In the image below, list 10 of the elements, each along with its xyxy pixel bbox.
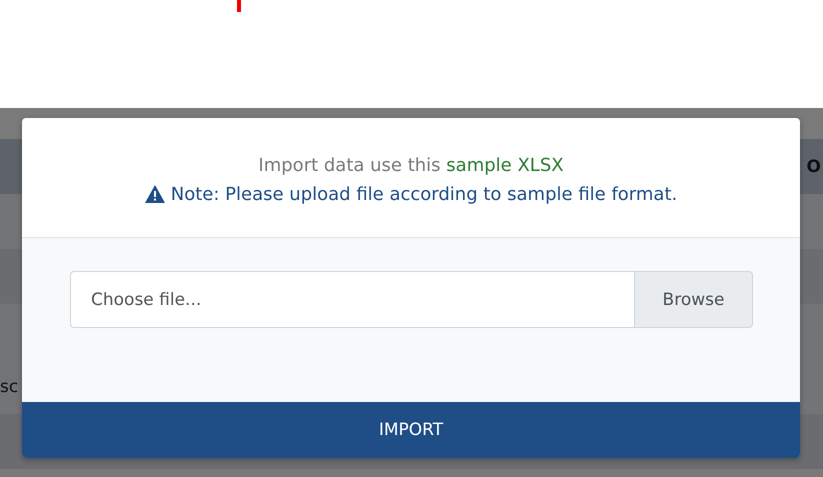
browse-button[interactable]: Browse bbox=[634, 271, 753, 328]
column-header: O bbox=[806, 156, 821, 176]
file-field[interactable]: Choose file... bbox=[70, 271, 634, 328]
sample-link[interactable]: sample XLSX bbox=[446, 154, 564, 176]
import-button[interactable]: IMPORT bbox=[22, 402, 800, 458]
text-cursor bbox=[237, 0, 241, 12]
table-cell: sc bbox=[0, 376, 18, 396]
note-text: Note: Please upload file according to sample file format. bbox=[170, 184, 678, 204]
warning-icon bbox=[144, 185, 165, 203]
import-instruction: Import data use this sample XLSX bbox=[258, 154, 564, 176]
